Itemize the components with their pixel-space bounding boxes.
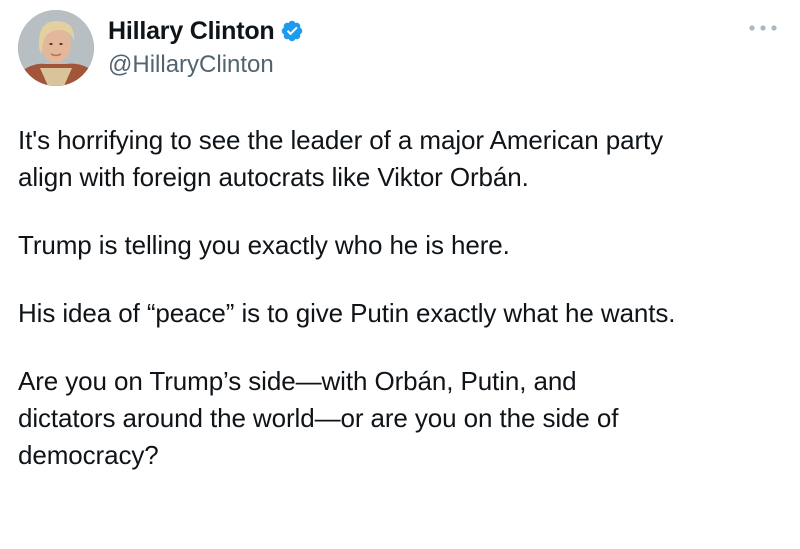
tweet-paragraph: Are you on Trump’s side—with Orbán, Puti… bbox=[18, 366, 619, 470]
tweet-paragraph: His idea of “peace” is to give Putin exa… bbox=[18, 298, 676, 328]
tweet-text: It's horrifying to see the leader of a m… bbox=[18, 122, 788, 474]
verified-badge-icon bbox=[280, 19, 304, 43]
tweet-paragraph: Trump is telling you exactly who he is h… bbox=[18, 230, 510, 260]
avatar[interactable] bbox=[18, 10, 94, 86]
more-options-button[interactable] bbox=[746, 18, 780, 38]
author-handle[interactable]: @HillaryClinton bbox=[108, 50, 304, 80]
tweet-header: Hillary Clinton @HillaryClinton bbox=[18, 8, 304, 88]
profile-photo bbox=[18, 10, 94, 86]
name-row: Hillary Clinton bbox=[108, 16, 304, 46]
tweet-card: Hillary Clinton @HillaryClinton It's hor… bbox=[0, 0, 800, 549]
display-name[interactable]: Hillary Clinton bbox=[108, 16, 275, 46]
author-names: Hillary Clinton @HillaryClinton bbox=[108, 16, 304, 80]
tweet-paragraph: It's horrifying to see the leader of a m… bbox=[18, 125, 664, 192]
more-dots-icon bbox=[749, 25, 777, 31]
